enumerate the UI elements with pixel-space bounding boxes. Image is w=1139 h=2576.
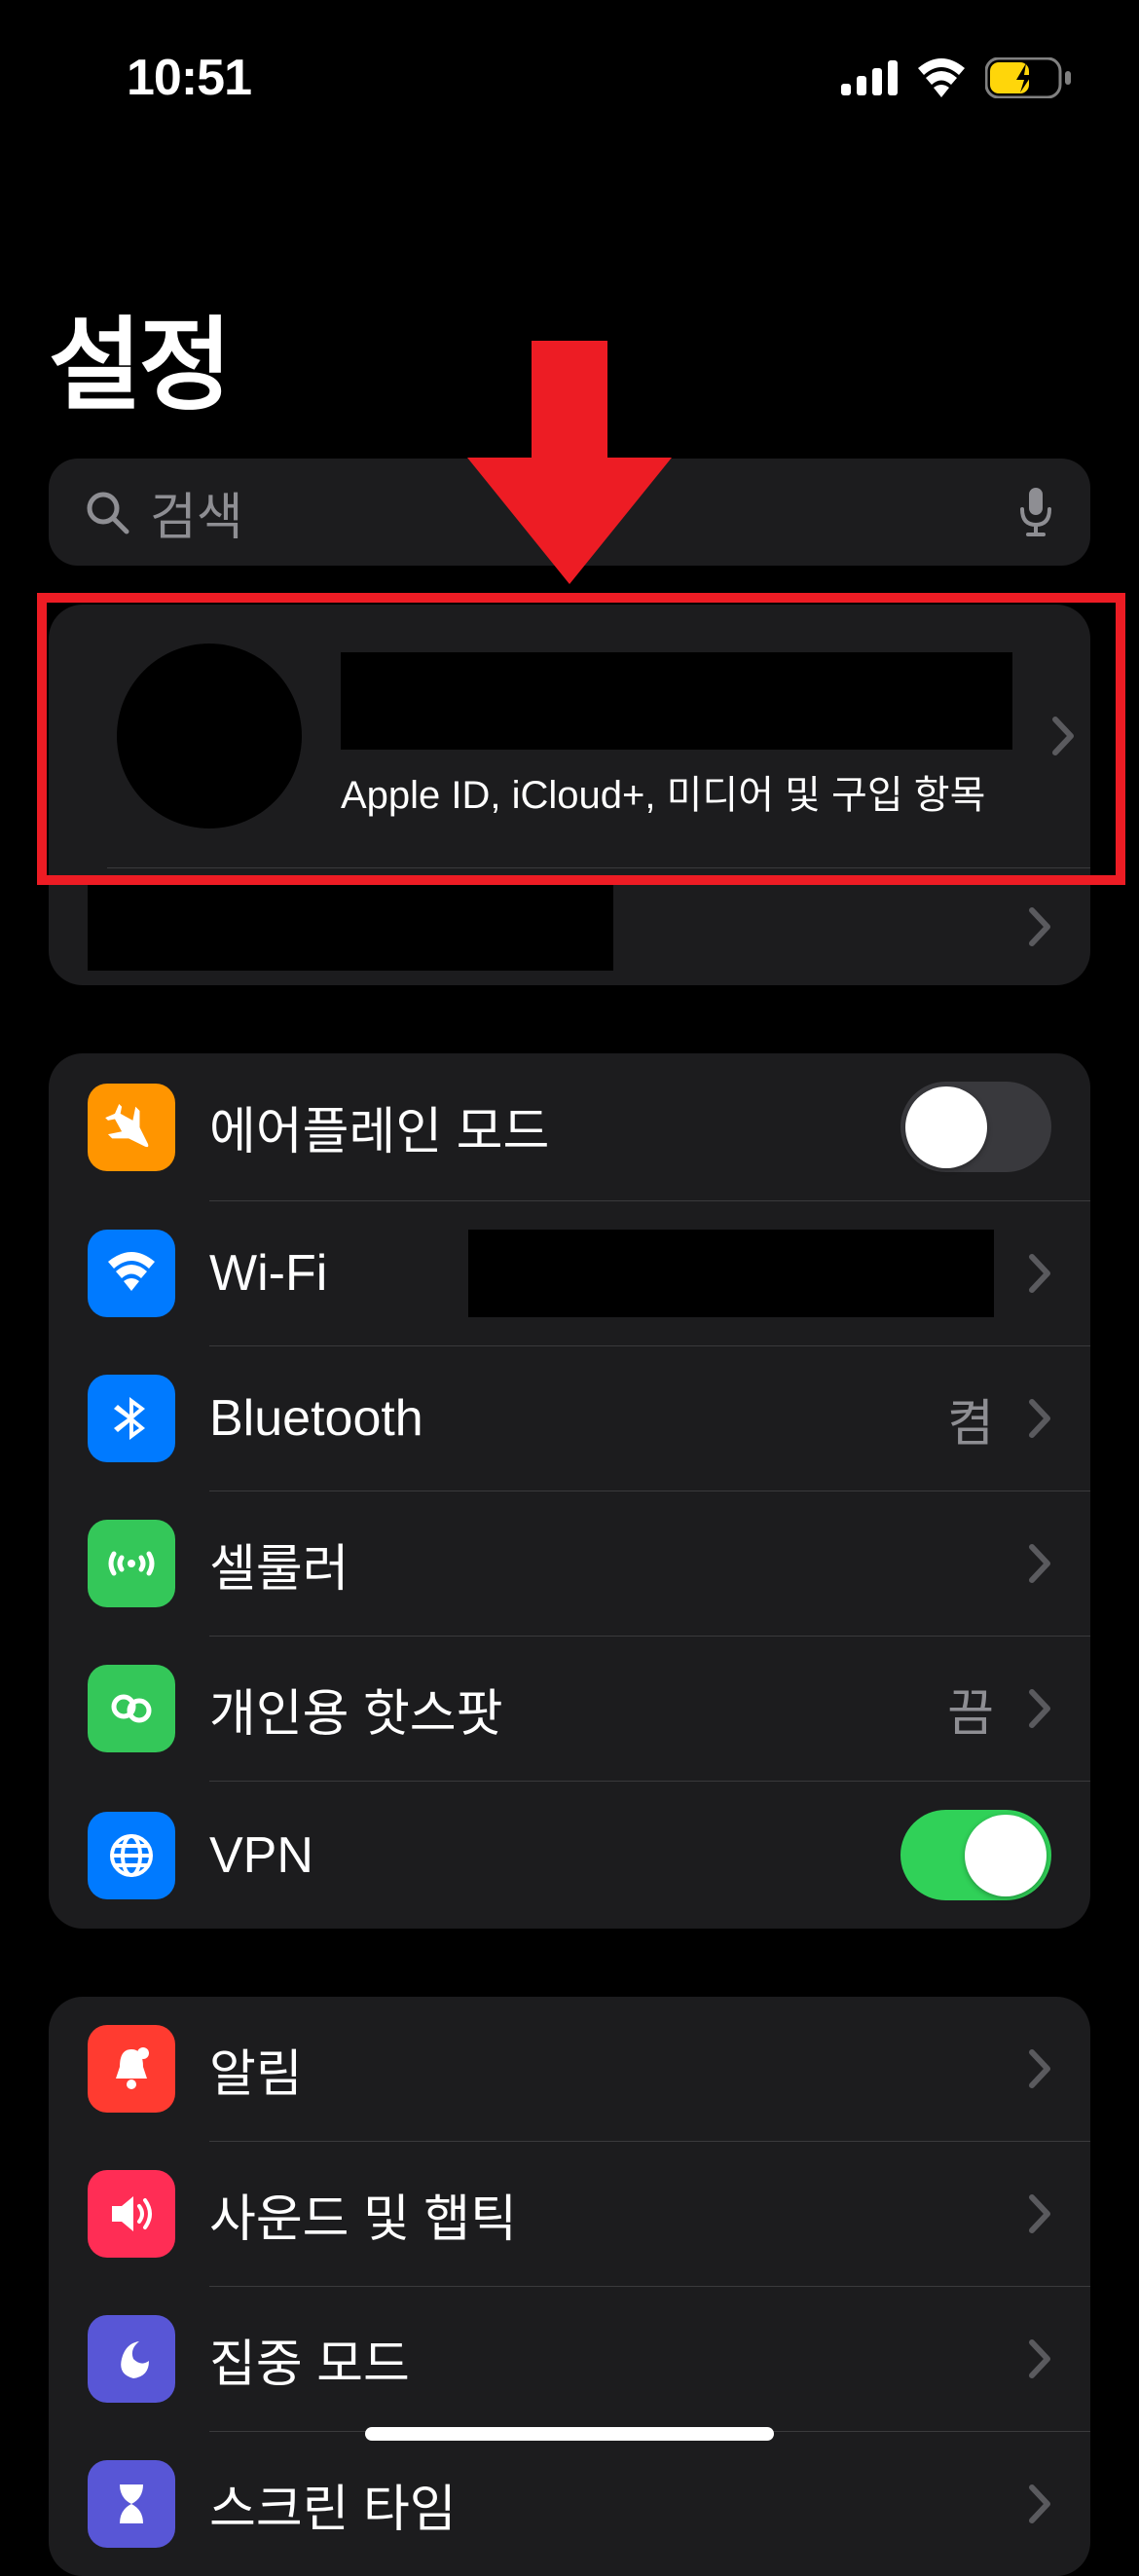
avatar bbox=[117, 644, 302, 828]
cellular-signal-icon bbox=[841, 60, 898, 95]
annotation-arrow bbox=[467, 341, 672, 589]
focus-label: 집중 모드 bbox=[209, 2323, 994, 2396]
bluetooth-row[interactable]: Bluetooth 켬 bbox=[49, 1346, 1090, 1490]
notifications-icon bbox=[88, 2025, 175, 2113]
status-time: 10:51 bbox=[127, 49, 251, 107]
screen-time-label: 스크린 타임 bbox=[209, 2468, 994, 2541]
chevron-right-icon bbox=[1028, 1543, 1051, 1584]
airplane-mode-row[interactable]: 에어플레인 모드 bbox=[49, 1053, 1090, 1200]
account-name-redacted bbox=[341, 652, 1012, 750]
sound-icon bbox=[88, 2170, 175, 2258]
system-group: 알림 사운드 및 햅틱 집중 모드 bbox=[49, 1997, 1090, 2576]
airplane-icon bbox=[88, 1084, 175, 1171]
status-bar: 10:51 bbox=[0, 0, 1139, 127]
chevron-right-icon bbox=[1028, 2338, 1051, 2379]
vpn-label: VPN bbox=[209, 1826, 866, 1885]
cellular-icon bbox=[88, 1520, 175, 1607]
wifi-label: Wi-Fi bbox=[209, 1244, 434, 1303]
vpn-row[interactable]: VPN bbox=[49, 1782, 1090, 1929]
battery-charging-icon bbox=[985, 57, 1071, 98]
airplane-mode-toggle[interactable] bbox=[900, 1082, 1051, 1172]
chevron-right-icon bbox=[1028, 2484, 1051, 2524]
home-indicator[interactable] bbox=[365, 2427, 774, 2441]
wifi-value-redacted bbox=[468, 1230, 994, 1317]
hotspot-label: 개인용 핫스팟 bbox=[209, 1673, 913, 1746]
apple-id-row[interactable]: Apple ID, iCloud+, 미디어 및 구입 항목 bbox=[49, 605, 1090, 867]
chevron-right-icon bbox=[1028, 906, 1051, 947]
focus-row[interactable]: 집중 모드 bbox=[49, 2287, 1090, 2431]
screen-time-icon bbox=[88, 2460, 175, 2548]
chevron-right-icon bbox=[1028, 1688, 1051, 1729]
airplane-mode-label: 에어플레인 모드 bbox=[209, 1090, 866, 1163]
chevron-right-icon bbox=[1028, 2048, 1051, 2089]
vpn-icon bbox=[88, 1812, 175, 1899]
cellular-label: 셀룰러 bbox=[209, 1527, 994, 1601]
bluetooth-value: 켬 bbox=[947, 1382, 994, 1455]
wifi-icon bbox=[88, 1230, 175, 1317]
wifi-icon bbox=[915, 58, 968, 97]
apple-id-subtitle: Apple ID, iCloud+, 미디어 및 구입 항목 bbox=[341, 763, 1012, 820]
wifi-row[interactable]: Wi-Fi bbox=[49, 1201, 1090, 1345]
chevron-right-icon bbox=[1051, 716, 1075, 756]
focus-icon bbox=[88, 2315, 175, 2403]
notifications-row[interactable]: 알림 bbox=[49, 1997, 1090, 2141]
status-icons bbox=[841, 57, 1071, 98]
bluetooth-icon bbox=[88, 1375, 175, 1462]
account-extra-redacted bbox=[88, 883, 613, 971]
vpn-toggle[interactable] bbox=[900, 1810, 1051, 1900]
chevron-right-icon bbox=[1028, 1253, 1051, 1294]
hotspot-icon bbox=[88, 1665, 175, 1752]
connectivity-group: 에어플레인 모드 Wi-Fi Bluetooth 켬 bbox=[49, 1053, 1090, 1929]
account-section: Apple ID, iCloud+, 미디어 및 구입 항목 bbox=[49, 605, 1090, 985]
cellular-row[interactable]: 셀룰러 bbox=[49, 1491, 1090, 1636]
hotspot-value: 끔 bbox=[947, 1673, 994, 1746]
search-icon bbox=[84, 489, 130, 535]
sound-row[interactable]: 사운드 및 햅틱 bbox=[49, 2142, 1090, 2286]
screen-time-row[interactable]: 스크린 타임 bbox=[49, 2432, 1090, 2576]
microphone-icon[interactable] bbox=[1016, 486, 1055, 538]
chevron-right-icon bbox=[1028, 2193, 1051, 2234]
bluetooth-label: Bluetooth bbox=[209, 1389, 913, 1448]
hotspot-row[interactable]: 개인용 핫스팟 끔 bbox=[49, 1637, 1090, 1781]
chevron-right-icon bbox=[1028, 1398, 1051, 1439]
notifications-label: 알림 bbox=[209, 2033, 994, 2106]
sound-label: 사운드 및 햅틱 bbox=[209, 2178, 994, 2251]
account-extra-row[interactable] bbox=[49, 868, 1090, 985]
